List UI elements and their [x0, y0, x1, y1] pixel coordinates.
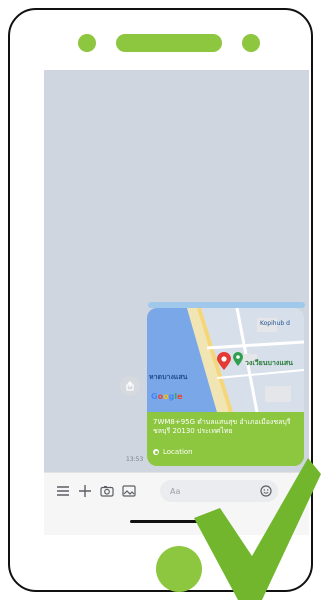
location-label-row: Location — [153, 448, 193, 456]
check-icon — [194, 458, 321, 600]
sensor-dot — [242, 34, 260, 52]
camera-dot — [78, 34, 96, 52]
message-time: 13:53 — [126, 456, 144, 463]
google-logo: Google — [151, 392, 183, 401]
poi-pin-icon — [233, 352, 243, 366]
gallery-button[interactable] — [118, 480, 140, 502]
map-place-label: หาดบางแสน — [149, 373, 188, 381]
share-icon — [126, 381, 134, 391]
map-pin-icon — [217, 352, 231, 370]
menu-button[interactable] — [52, 480, 74, 502]
location-message[interactable]: หาดบางแสน วงเวียนบางแสน Kopihub d Google… — [147, 308, 304, 466]
speaker-bar — [116, 34, 222, 52]
camera-button[interactable] — [96, 480, 118, 502]
plus-icon — [79, 485, 91, 497]
map-top-label: Kopihub d — [260, 320, 290, 327]
map-poi-label: วงเวียนบางแสน — [245, 359, 293, 367]
camera-icon — [100, 486, 114, 497]
message-input-placeholder: Aa — [170, 486, 181, 496]
share-button[interactable] — [120, 376, 140, 396]
location-label: Location — [163, 448, 193, 456]
map-preview[interactable]: หาดบางแสน วงเวียนบางแสน Kopihub d Google — [147, 308, 304, 413]
location-dot-icon — [153, 449, 159, 455]
add-button[interactable] — [74, 480, 96, 502]
address-text: 7WM8+95G ตำบลแสนสุข อำเภอเมืองชลบุรี ชลบ… — [153, 418, 291, 435]
image-icon — [122, 485, 136, 497]
menu-icon — [57, 486, 69, 496]
